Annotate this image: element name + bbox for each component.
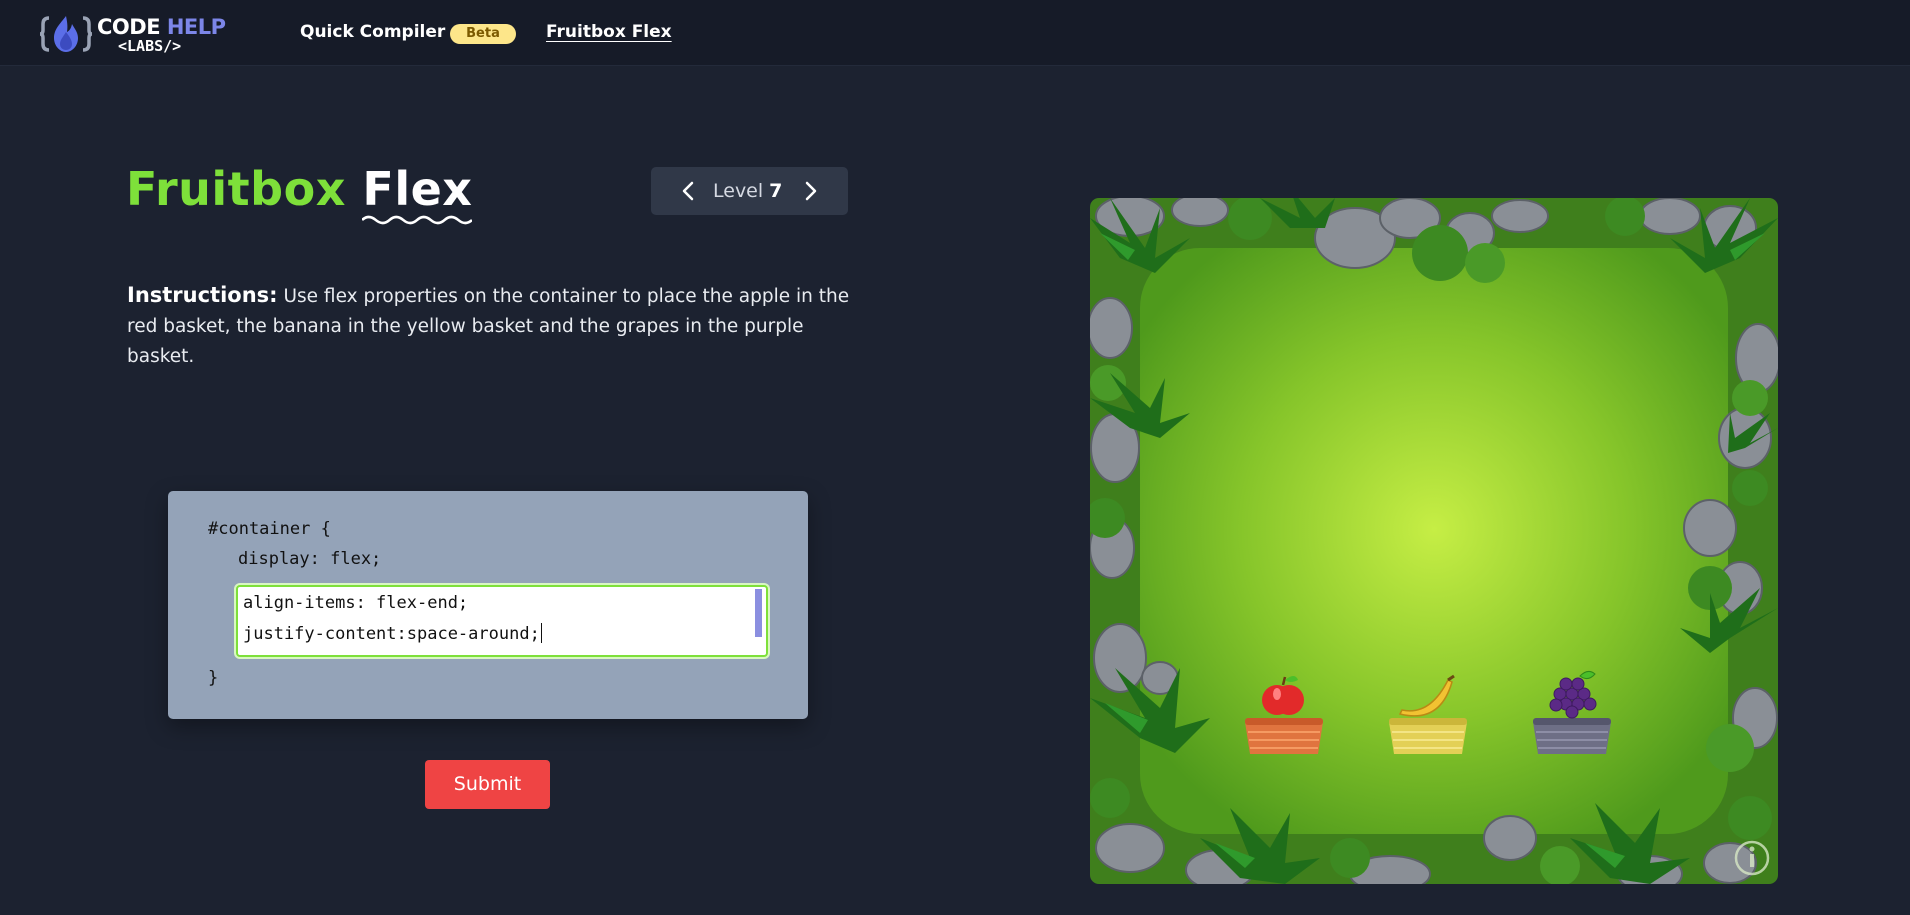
page-title: Fruitbox Flex xyxy=(126,162,473,225)
nav-fruitbox-flex[interactable]: Fruitbox Flex xyxy=(546,22,672,42)
input-scrollbar[interactable] xyxy=(755,589,762,637)
flame-braces-icon xyxy=(40,16,92,52)
code-display-line: display: flex; xyxy=(238,549,382,569)
code-help-labs-logo[interactable]: CODE HELP <LABS/> xyxy=(40,12,240,56)
logo-subtext: <LABS/> xyxy=(118,37,182,55)
code-selector-line: #container { xyxy=(208,519,331,539)
instructions: Instructions: Use flex properties on the… xyxy=(127,280,857,372)
game-board xyxy=(1090,198,1778,884)
basket-red xyxy=(1245,718,1323,754)
basket-purple xyxy=(1533,718,1611,754)
code-close-line: } xyxy=(208,668,219,688)
instructions-label: Instructions: xyxy=(127,283,278,307)
css-code-input[interactable]: align-items: flex-end; justify-content:s… xyxy=(236,585,768,657)
garden-scene xyxy=(1090,198,1778,884)
chevron-right-icon[interactable] xyxy=(797,178,823,204)
css-editor: #container { display: flex; align-items:… xyxy=(168,491,808,719)
title-flex: Flex xyxy=(362,162,473,225)
chevron-left-icon[interactable] xyxy=(676,178,702,204)
basket-yellow xyxy=(1389,718,1467,754)
level-number: 7 xyxy=(769,180,783,202)
beta-badge: Beta xyxy=(450,24,516,44)
squiggle-underline xyxy=(362,215,473,225)
input-line-2: justify-content:space-around; xyxy=(243,623,542,644)
text-caret xyxy=(540,623,542,643)
nav-quick-compiler[interactable]: Quick Compiler xyxy=(300,22,445,42)
submit-button[interactable]: Submit xyxy=(425,760,550,809)
footer-text xyxy=(420,906,425,915)
top-navbar: CODE HELP <LABS/> Quick Compiler Beta Fr… xyxy=(0,0,1910,66)
input-line-1: align-items: flex-end; xyxy=(243,593,469,613)
title-fruitbox: Fruitbox xyxy=(126,162,346,216)
level-selector: Level 7 xyxy=(651,167,848,215)
logo-text: CODE HELP xyxy=(97,15,226,39)
level-indicator: Level 7 xyxy=(713,180,783,202)
